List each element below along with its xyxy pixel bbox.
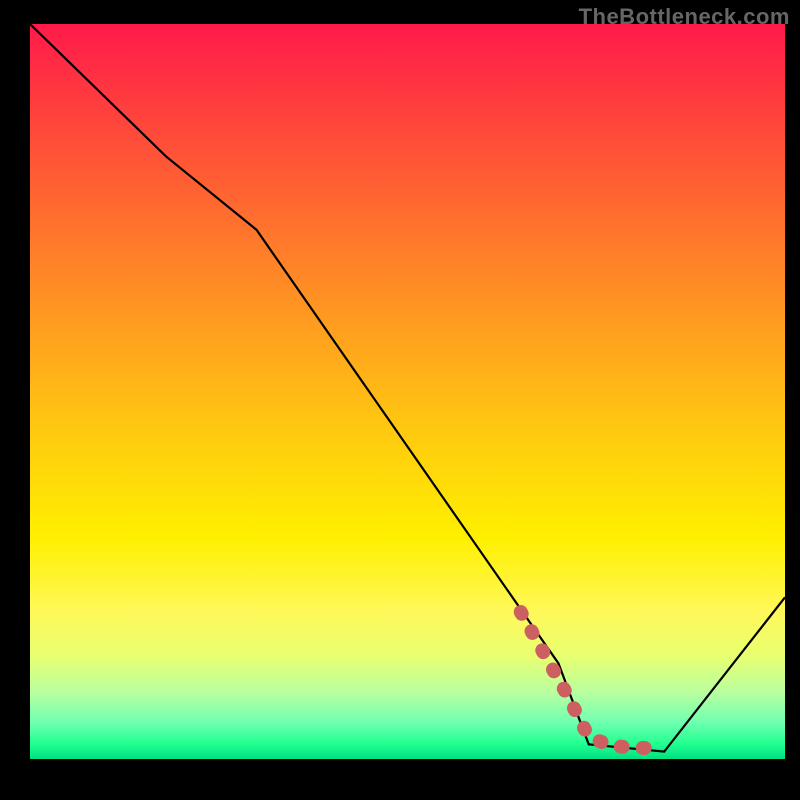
watermark-text: TheBottleneck.com — [579, 4, 790, 30]
chart-container: TheBottleneck.com — [0, 0, 800, 800]
plot-area — [30, 24, 785, 759]
chart-svg — [30, 24, 785, 759]
curve-line — [30, 24, 785, 752]
highlight-segment — [521, 612, 664, 748]
